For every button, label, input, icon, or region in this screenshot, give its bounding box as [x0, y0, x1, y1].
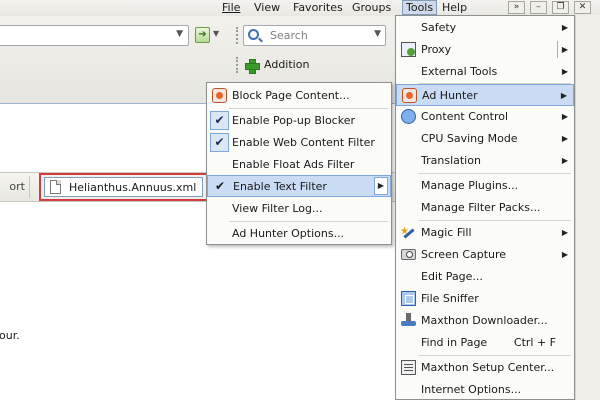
close-icon[interactable]: ✕ — [574, 1, 591, 14]
menu-tools[interactable]: Tools — [402, 0, 438, 15]
menu-item-enable-text-filter[interactable]: ✔ Enable Text Filter ▶ — [207, 175, 391, 197]
chevron-right-icon: ▶ — [561, 228, 568, 237]
minimize-icon[interactable]: – — [530, 1, 547, 14]
chevron-right-icon: ▶ — [561, 45, 568, 54]
search-icon — [248, 29, 259, 40]
toolbar-grip[interactable] — [236, 27, 238, 44]
search-input[interactable]: Search — [270, 29, 308, 42]
addition-label: Addition — [264, 58, 310, 71]
go-button[interactable]: ➔ — [195, 27, 210, 43]
menu-item-file-sniffer[interactable]: File Sniffer — [396, 288, 574, 309]
menu-favorites[interactable]: Favorites — [293, 1, 343, 14]
block-page-icon — [212, 88, 227, 103]
menu-view[interactable]: View — [254, 1, 280, 14]
toolbar-grip[interactable] — [236, 57, 238, 73]
chevron-icon[interactable]: » — [508, 1, 525, 14]
menu-item-maxthon-setup-center[interactable]: Maxthon Setup Center... — [396, 357, 574, 378]
chevron-right-icon: ▶ — [561, 23, 568, 32]
chevron-right-icon: ▶ — [561, 134, 568, 143]
menu-item-external-tools[interactable]: External Tools ▶ — [396, 61, 574, 82]
menu-item-enable-float-ads-filter[interactable]: Enable Float Ads Filter — [207, 154, 391, 175]
search-box[interactable]: Search ▼ — [243, 25, 386, 46]
menu-item-edit-page[interactable]: Edit Page... — [396, 266, 574, 287]
menu-item-maxthon-downloader[interactable]: Maxthon Downloader... — [396, 310, 574, 331]
menu-item-safety[interactable]: Safety ▶ — [396, 17, 574, 38]
tab-partial[interactable]: ort — [0, 176, 30, 198]
tab-active[interactable]: Helianthus.Annuus.xml — [39, 173, 208, 201]
chevron-right-icon: ▶ — [560, 91, 567, 100]
proxy-icon — [401, 42, 416, 57]
file-sniffer-icon — [401, 291, 416, 306]
content-control-icon — [401, 109, 416, 124]
menu-item-content-control[interactable]: Content Control ▶ — [396, 106, 574, 127]
setup-center-icon — [401, 360, 416, 375]
chevron-right-icon: ▶ — [561, 67, 568, 76]
shortcut-text: Ctrl + F — [513, 336, 556, 349]
menu-item-proxy[interactable]: Proxy ▶ — [396, 39, 574, 60]
address-bar[interactable]: ▼ — [0, 25, 189, 46]
menu-bar: File View Favorites Groups Tools Help » … — [0, 0, 600, 16]
tab-title: Helianthus.Annuus.xml — [69, 181, 197, 194]
chevron-right-icon: ▶ — [561, 250, 568, 259]
page-text: our. — [0, 329, 20, 342]
restore-icon[interactable]: ❐ — [552, 1, 569, 14]
file-icon — [50, 180, 61, 194]
menu-item-manage-filter-packs[interactable]: Manage Filter Packs... — [396, 197, 574, 218]
menu-item-magic-fill[interactable]: Magic Fill ▶ — [396, 221, 574, 243]
checkmark-icon: ✔ — [210, 133, 229, 152]
chevron-right-icon: ▶ — [561, 156, 568, 165]
chevron-down-icon[interactable]: ▼ — [374, 29, 381, 39]
menu-item-find-in-page[interactable]: Find in Page Ctrl + F — [396, 332, 574, 353]
menu-item-translation[interactable]: Translation ▶ — [396, 150, 574, 171]
menu-item-view-filter-log[interactable]: View Filter Log... — [207, 198, 391, 219]
tools-menu: Safety ▶ Proxy ▶ External Tools ▶ Ad Hun… — [395, 15, 575, 400]
menu-item-block-page-content[interactable]: Block Page Content... — [207, 85, 391, 106]
menu-item-ad-hunter-options[interactable]: Ad Hunter Options... — [207, 223, 391, 244]
chevron-right-icon: ▶ — [374, 177, 388, 195]
tab-label: ort — [9, 180, 25, 193]
menu-groups[interactable]: Groups — [352, 1, 391, 14]
chevron-down-icon[interactable]: ▼ — [176, 29, 183, 39]
checkmark-icon: ✔ — [215, 179, 226, 193]
downloader-icon — [401, 313, 416, 328]
chevron-down-icon[interactable]: ▼ — [213, 29, 219, 38]
menu-item-cpu-saving-mode[interactable]: CPU Saving Mode ▶ — [396, 128, 574, 149]
menu-item-internet-options[interactable]: Internet Options... — [396, 379, 574, 400]
ad-hunter-submenu: Block Page Content... ✔ Enable Pop-up Bl… — [206, 82, 392, 245]
chevron-right-icon: ▶ — [561, 112, 568, 121]
plus-icon — [245, 59, 260, 74]
menu-help[interactable]: Help — [442, 1, 467, 14]
menu-item-enable-popup-blocker[interactable]: ✔ Enable Pop-up Blocker — [207, 110, 391, 131]
checkmark-icon: ✔ — [210, 111, 229, 130]
scrollbar[interactable] — [575, 15, 600, 400]
menu-item-enable-web-content-filter[interactable]: ✔ Enable Web Content Filter — [207, 132, 391, 153]
menu-file[interactable]: File — [222, 1, 240, 14]
menu-item-ad-hunter[interactable]: Ad Hunter ▶ — [396, 84, 574, 106]
menu-item-manage-plugins[interactable]: Manage Plugins... — [396, 175, 574, 196]
go-arrow-icon: ➔ — [198, 29, 207, 40]
magic-fill-icon — [400, 221, 416, 242]
menu-item-screen-capture[interactable]: Screen Capture ▶ — [396, 244, 574, 265]
camera-icon — [401, 249, 416, 260]
ad-hunter-icon — [402, 88, 417, 103]
